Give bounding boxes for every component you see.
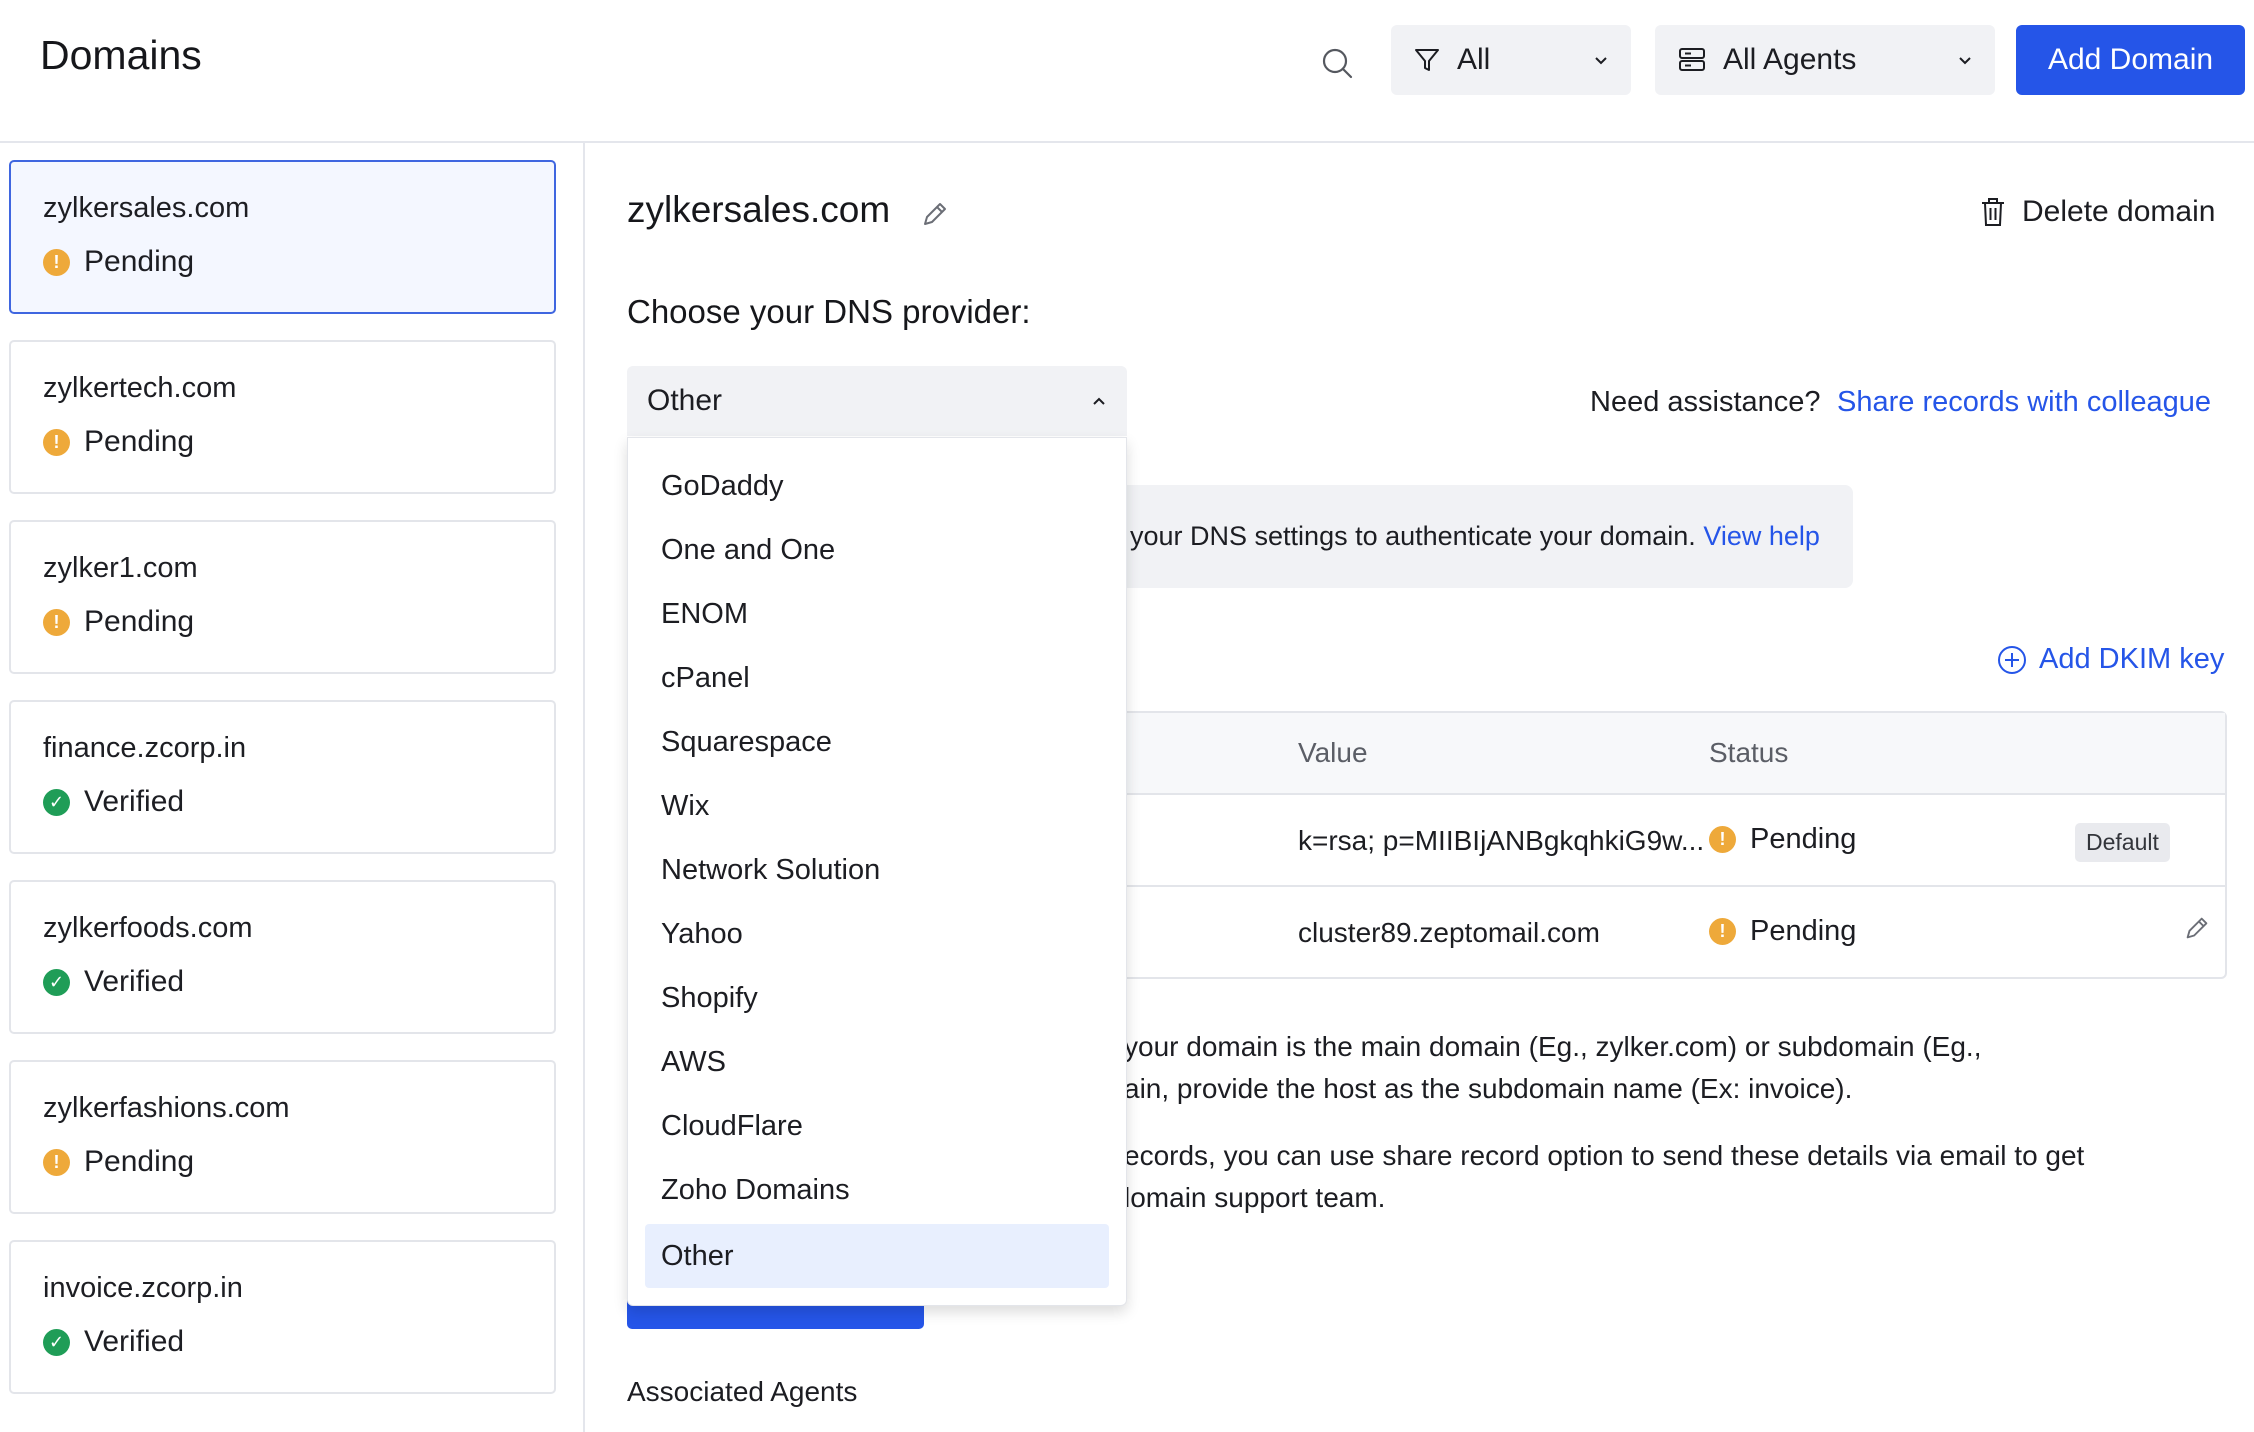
record-value: cluster89.zeptomail.com: [1298, 917, 1600, 948]
verified-check-icon: ✓: [43, 788, 70, 816]
domain-name: zylkertech.com: [43, 372, 237, 404]
status-filter-label: All: [1457, 43, 1491, 76]
value-column-header: Value: [1298, 737, 1368, 768]
add-dkim-key-label: Add DKIM key: [2039, 643, 2225, 675]
view-help-link[interactable]: View help: [1703, 521, 1820, 551]
verified-check-icon: ✓: [43, 1328, 70, 1356]
domain-list-item[interactable]: zylkerfashions.com ! Pending: [9, 1060, 556, 1214]
domain-status: Pending: [84, 605, 195, 638]
trash-icon: [1982, 198, 2004, 226]
chevron-up-icon: [1093, 397, 1105, 405]
domain-list-sidebar: zylkersales.com ! Pending zylkertech.com…: [0, 143, 585, 1432]
dropdown-option[interactable]: CloudFlare: [645, 1094, 1109, 1158]
dropdown-option[interactable]: AWS: [645, 1030, 1109, 1094]
dropdown-option[interactable]: Squarespace: [645, 710, 1109, 774]
dns-provider-value: Other: [647, 384, 723, 417]
server-icon: [1679, 48, 1705, 71]
dropdown-option-selected[interactable]: Other: [645, 1224, 1109, 1288]
record-status: ! Pending: [1709, 915, 1856, 948]
agents-filter-label: All Agents: [1723, 43, 1857, 76]
delete-domain-label: Delete domain: [2022, 195, 2216, 228]
pending-icon: !: [1709, 918, 1736, 945]
assistance-text: Need assistance?: [1590, 386, 1821, 418]
record-status-label: Pending: [1750, 915, 1857, 947]
default-badge: Default: [2075, 823, 2170, 862]
associated-agents-heading: Associated Agents: [627, 1376, 858, 1407]
domain-status: Verified: [84, 785, 185, 818]
dropdown-option[interactable]: Shopify: [645, 966, 1109, 1030]
pending-icon: !: [1709, 826, 1736, 853]
agents-filter-select[interactable]: All Agents: [1655, 25, 1995, 95]
dropdown-option[interactable]: Wix: [645, 774, 1109, 838]
dropdown-option[interactable]: GoDaddy: [645, 454, 1109, 518]
domain-list-item[interactable]: zylker1.com ! Pending: [9, 520, 556, 674]
dropdown-option[interactable]: cPanel: [645, 646, 1109, 710]
pending-icon: !: [43, 1148, 70, 1176]
dropdown-option[interactable]: Yahoo: [645, 902, 1109, 966]
domain-list-item[interactable]: zylkerfoods.com ✓ Verified: [9, 880, 556, 1034]
dropdown-option[interactable]: Zoho Domains: [645, 1158, 1109, 1222]
dropdown-option[interactable]: ENOM: [645, 582, 1109, 646]
edit-pencil-icon[interactable]: [919, 198, 951, 230]
domain-list-item[interactable]: invoice.zcorp.in ✓ Verified: [9, 1240, 556, 1394]
info-banner-text: your DNS settings to authenticate your d…: [1130, 521, 1820, 552]
dns-provider-heading: Choose your DNS provider:: [627, 293, 1031, 330]
plus-circle-icon: [1998, 645, 2026, 674]
domain-name: zylkersales.com: [43, 192, 250, 224]
domain-name: zylker1.com: [43, 552, 198, 584]
domain-name: zylkerfashions.com: [43, 1092, 290, 1124]
help-text: ain, provide the host as the subdomain n…: [1124, 1073, 1853, 1104]
domain-status: Pending: [84, 245, 195, 278]
top-bar: Domains All All Agents Add Domain: [0, 0, 2254, 143]
status-column-header: Status: [1709, 737, 1789, 768]
dropdown-option[interactable]: One and One: [645, 518, 1109, 582]
help-text: your domain is the main domain (Eg., zyl…: [1124, 1031, 1982, 1062]
verified-check-icon: ✓: [43, 968, 70, 996]
status-filter-select[interactable]: All: [1391, 25, 1631, 95]
dns-provider-dropdown: GoDaddy One and One ENOM cPanel Squaresp…: [627, 437, 1127, 1306]
record-value: k=rsa; p=MIIBIjANBgkqhkiG9w...: [1298, 825, 1705, 856]
domain-status: Pending: [84, 1145, 195, 1178]
domain-name: invoice.zcorp.in: [43, 1272, 243, 1304]
edit-pencil-icon[interactable]: [2182, 913, 2212, 943]
pending-icon: !: [43, 248, 70, 276]
domain-name: zylkerfoods.com: [43, 912, 253, 944]
pending-icon: !: [43, 428, 70, 456]
domain-status: Pending: [84, 425, 195, 458]
help-text: lomain support team.: [1124, 1182, 1386, 1213]
help-text: ecords, you can use share record option …: [1124, 1140, 2085, 1171]
search-button[interactable]: [1310, 36, 1364, 90]
domain-list-item[interactable]: zylkertech.com ! Pending: [9, 340, 556, 494]
domain-status: Verified: [84, 965, 185, 998]
pending-icon: !: [43, 608, 70, 636]
search-icon: [1322, 48, 1353, 79]
domain-name: finance.zcorp.in: [43, 732, 247, 764]
record-status: ! Pending: [1709, 823, 1856, 856]
dropdown-option[interactable]: Network Solution: [645, 838, 1109, 902]
domain-status: Verified: [84, 1325, 185, 1358]
domain-list-item[interactable]: zylkersales.com ! Pending: [9, 160, 556, 314]
delete-domain-button[interactable]: Delete domain: [1980, 195, 2215, 229]
page-title: Domains: [40, 32, 202, 78]
add-domain-button[interactable]: Add Domain: [2016, 25, 2245, 95]
dns-provider-select[interactable]: Other: [627, 366, 1127, 436]
add-dkim-key-button[interactable]: Add DKIM key: [1997, 643, 2224, 676]
domain-title: zylkersales.com: [627, 189, 891, 230]
record-status-label: Pending: [1750, 823, 1857, 855]
share-records-link[interactable]: Share records with colleague: [1837, 386, 2211, 419]
domain-list-item[interactable]: finance.zcorp.in ✓ Verified: [9, 700, 556, 854]
chevron-down-icon: [1595, 57, 1607, 65]
filter-icon: [1415, 49, 1439, 71]
info-text: your DNS settings to authenticate your d…: [1130, 521, 1696, 551]
chevron-down-icon: [1959, 57, 1971, 65]
